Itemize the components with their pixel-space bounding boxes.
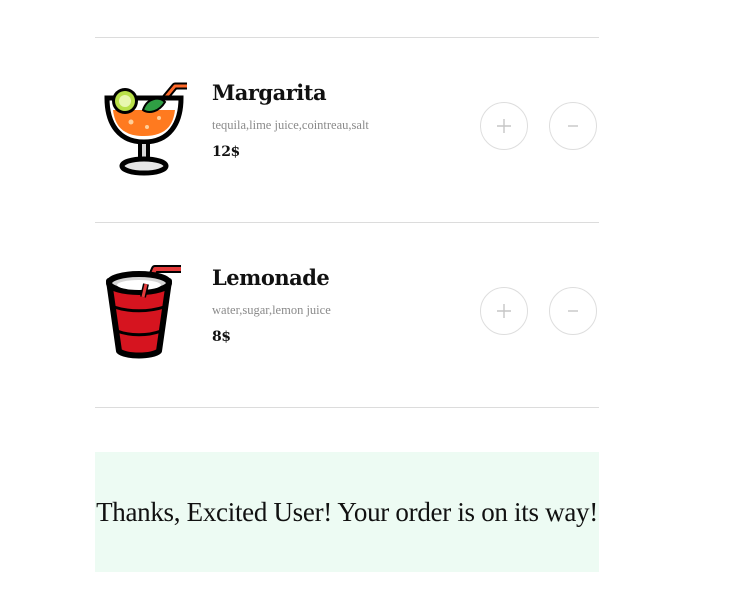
divider	[95, 37, 599, 38]
confirmation-message: Thanks, Excited User! Your order is on i…	[96, 496, 598, 527]
minus-icon	[568, 310, 578, 312]
remove-margarita-button[interactable]	[549, 102, 597, 150]
minus-icon	[568, 125, 578, 127]
order-confirmation-banner: Thanks, Excited User! Your order is on i…	[95, 452, 599, 572]
plus-icon	[497, 119, 511, 133]
divider	[95, 222, 599, 223]
plus-icon	[497, 304, 511, 318]
item-ingredients: water,sugar,lemon juice	[212, 303, 331, 317]
item-name: Lemonade	[212, 265, 330, 290]
item-name: Margarita	[212, 80, 327, 105]
item-price: 12$	[212, 144, 240, 160]
add-lemonade-button[interactable]	[480, 287, 528, 335]
order-page: Margarita tequila,lime juice,cointreau,s…	[0, 0, 734, 609]
remove-lemonade-button[interactable]	[549, 287, 597, 335]
item-ingredients: tequila,lime juice,cointreau,salt	[212, 118, 369, 132]
item-price: 8$	[212, 329, 231, 345]
cup-with-straw-icon	[103, 265, 187, 361]
add-margarita-button[interactable]	[480, 102, 528, 150]
margarita-glass-icon	[103, 80, 191, 176]
menu-item-lemonade: Lemonade water,sugar,lemon juice 8$	[95, 265, 599, 415]
menu-item-margarita: Margarita tequila,lime juice,cointreau,s…	[95, 80, 599, 230]
divider	[95, 407, 599, 408]
